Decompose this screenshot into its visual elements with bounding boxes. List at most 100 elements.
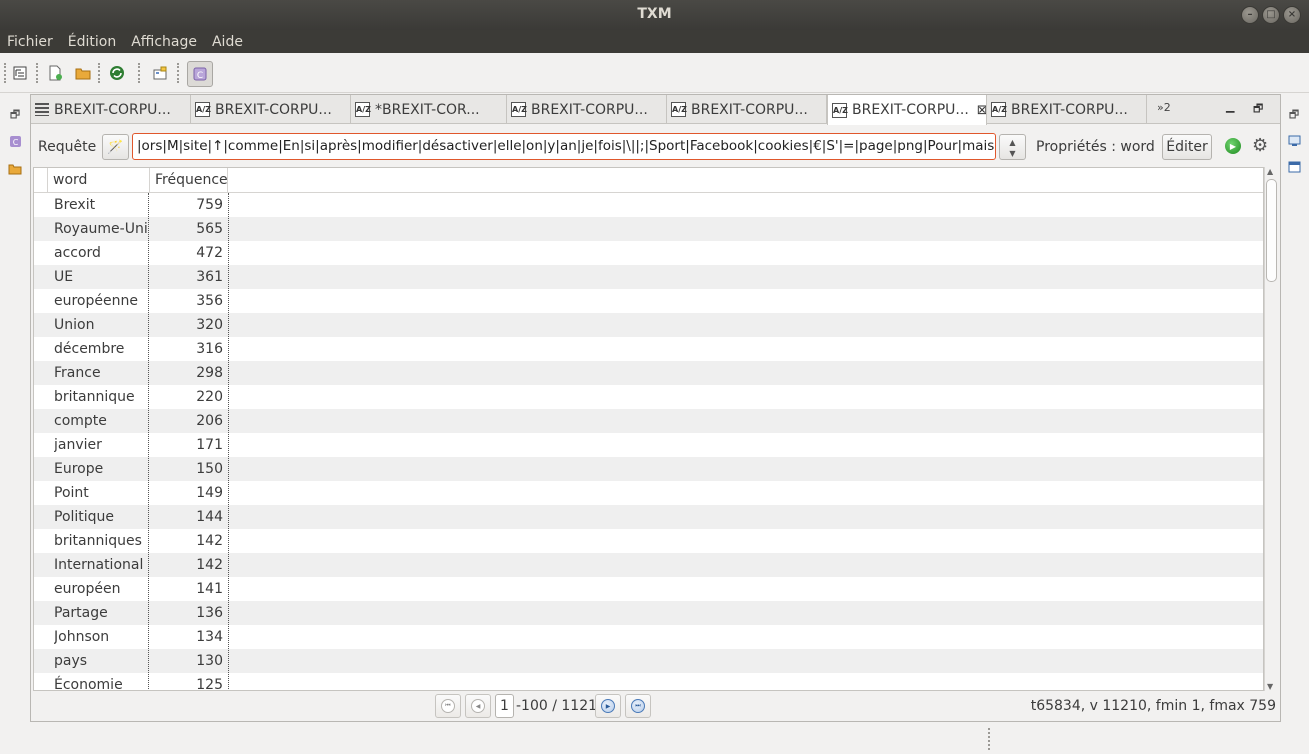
lexicon-icon: A/Z — [355, 102, 371, 117]
table-row[interactable]: International 142 — [34, 553, 1263, 577]
toolbar-grip[interactable] — [138, 63, 140, 83]
status-grip[interactable] — [988, 728, 990, 750]
vertical-scrollbar[interactable]: ▲ ▼ — [1264, 167, 1278, 691]
minimize-button[interactable]: – — [1241, 6, 1259, 24]
cell-frequence: 150 — [196, 461, 223, 477]
maximize-editor-icon[interactable]: 🗗 — [1253, 100, 1263, 119]
corpus-view-icon[interactable]: C — [8, 134, 22, 148]
close-button[interactable]: × — [1283, 6, 1301, 24]
lexicon-icon: A/Z — [671, 102, 687, 117]
table-row[interactable]: décembre 316 — [34, 337, 1263, 361]
cell-frequence: 142 — [196, 533, 223, 549]
page-number-input[interactable]: 1 — [495, 694, 514, 718]
tab-label: BREXIT-CORPU... — [215, 101, 332, 118]
query-assistant-button[interactable]: 🪄 — [102, 134, 129, 160]
table-row[interactable]: britanniques 142 — [34, 529, 1263, 553]
table-row[interactable]: France 298 — [34, 361, 1263, 385]
window-view-icon[interactable] — [1287, 160, 1301, 174]
corpus-view-button[interactable] — [9, 62, 31, 84]
table-row[interactable]: Union 320 — [34, 313, 1263, 337]
query-bar: Requête 🪄 |ors|M|site|↑|comme|En|si|aprè… — [31, 125, 1280, 168]
minimize-editor-icon[interactable]: ▁ — [1226, 100, 1234, 113]
last-page-icon: ⏭ — [631, 699, 645, 713]
next-page-button[interactable]: ▶ — [595, 694, 621, 718]
last-page-button[interactable]: ⏭ — [625, 694, 651, 718]
edit-properties-button[interactable]: Éditer — [1162, 134, 1212, 160]
new-file-button[interactable] — [44, 62, 66, 84]
toolbar-grip[interactable] — [177, 63, 179, 83]
tab-3[interactable]: A/Z *BREXIT-COR... — [351, 95, 507, 124]
page-range: -100 / 11210 — [516, 698, 606, 714]
table-row[interactable]: Politique 144 — [34, 505, 1263, 529]
table-row[interactable]: Brexit 759 — [34, 193, 1263, 217]
open-folder-button[interactable] — [72, 62, 94, 84]
restore-view-icon[interactable]: 🗗 — [8, 108, 22, 122]
tab-close-icon[interactable]: ⊠ — [977, 103, 986, 118]
table-row[interactable]: UE 361 — [34, 265, 1263, 289]
menu-fichier[interactable]: Fichier — [7, 34, 60, 50]
scroll-down-icon[interactable]: ▼ — [1267, 682, 1273, 691]
corpus-perspective-toggle[interactable]: C — [187, 61, 213, 87]
tab-7[interactable]: A/Z BREXIT-CORPU... — [987, 95, 1147, 124]
table-row[interactable]: Partage 136 — [34, 601, 1263, 625]
close-icon: × — [1287, 9, 1297, 20]
tab-2[interactable]: A/Z BREXIT-CORPU... — [191, 95, 351, 124]
menu-edition[interactable]: Édition — [68, 34, 123, 50]
toolbar-grip[interactable] — [36, 63, 38, 83]
left-trim-bar: 🗗 C — [0, 94, 30, 724]
table-row[interactable]: Point 149 — [34, 481, 1263, 505]
menu-affichage[interactable]: Affichage — [131, 34, 204, 50]
cell-frequence: 141 — [196, 581, 223, 597]
cell-frequence: 125 — [196, 677, 223, 691]
column-header-word[interactable]: word — [48, 168, 150, 193]
import-button[interactable] — [106, 62, 128, 84]
scroll-up-icon[interactable]: ▲ — [1267, 167, 1273, 176]
table-row[interactable]: accord 472 — [34, 241, 1263, 265]
perspective-button[interactable] — [149, 62, 171, 84]
table-row[interactable]: janvier 171 — [34, 433, 1263, 457]
folder-view-icon[interactable] — [8, 162, 22, 176]
tab-5[interactable]: A/Z BREXIT-CORPU... — [667, 95, 827, 124]
window-controls: – □ × — [1241, 6, 1301, 24]
menu-aide[interactable]: Aide — [212, 34, 250, 50]
console-view-icon[interactable] — [1287, 134, 1301, 148]
table-row[interactable]: pays 130 — [34, 649, 1263, 673]
table-row[interactable]: européen 141 — [34, 577, 1263, 601]
first-page-icon: ⏮ — [441, 699, 455, 713]
restore-view-icon[interactable]: 🗗 — [1287, 108, 1301, 122]
cell-word: Partage — [54, 605, 108, 621]
table-row[interactable]: compte 206 — [34, 409, 1263, 433]
table-row[interactable]: européenne 356 — [34, 289, 1263, 313]
table-row[interactable]: Europe 150 — [34, 457, 1263, 481]
tab-4[interactable]: A/Z BREXIT-CORPU... — [507, 95, 667, 124]
cell-word: janvier — [54, 437, 102, 453]
cell-word: britanniques — [54, 533, 142, 549]
tab-label: BREXIT-CORPU... — [691, 101, 808, 118]
column-header-frequence[interactable]: Fréquence — [150, 168, 228, 193]
gear-icon: ⚙ — [1252, 135, 1269, 156]
settings-button[interactable]: ⚙ — [1252, 135, 1268, 156]
table-row[interactable]: Royaume-Uni 565 — [34, 217, 1263, 241]
tab-label: BREXIT-CORPU... — [1011, 101, 1128, 118]
new-file-icon — [49, 65, 62, 81]
query-history-spinner[interactable]: ▲ ▼ — [999, 134, 1026, 160]
query-input[interactable]: |ors|M|site|↑|comme|En|si|après|modifier… — [132, 133, 996, 160]
toolbar-grip[interactable] — [4, 63, 6, 83]
first-page-button[interactable]: ⏮ — [435, 694, 461, 718]
tab-6-active[interactable]: A/Z BREXIT-CORPU... ⊠ — [827, 95, 987, 125]
table-row[interactable]: Économie 125 — [34, 673, 1263, 691]
query-label: Requête — [38, 139, 97, 155]
table-row[interactable]: Johnson 134 — [34, 625, 1263, 649]
toolbar-grip[interactable] — [98, 63, 100, 83]
folder-icon — [75, 68, 91, 80]
tab-1[interactable]: BREXIT-CORPU... — [31, 95, 191, 124]
cell-frequence: 171 — [196, 437, 223, 453]
previous-page-button[interactable]: ◀ — [465, 694, 491, 718]
cell-frequence: 298 — [196, 365, 223, 381]
tabs-overflow-button[interactable]: »2 — [1157, 101, 1171, 114]
run-query-button[interactable]: ▶ — [1225, 138, 1241, 154]
table-row[interactable]: britannique 220 — [34, 385, 1263, 409]
scrollbar-thumb[interactable] — [1266, 179, 1277, 282]
cell-word: Royaume-Uni — [54, 221, 148, 237]
maximize-button[interactable]: □ — [1262, 6, 1280, 24]
